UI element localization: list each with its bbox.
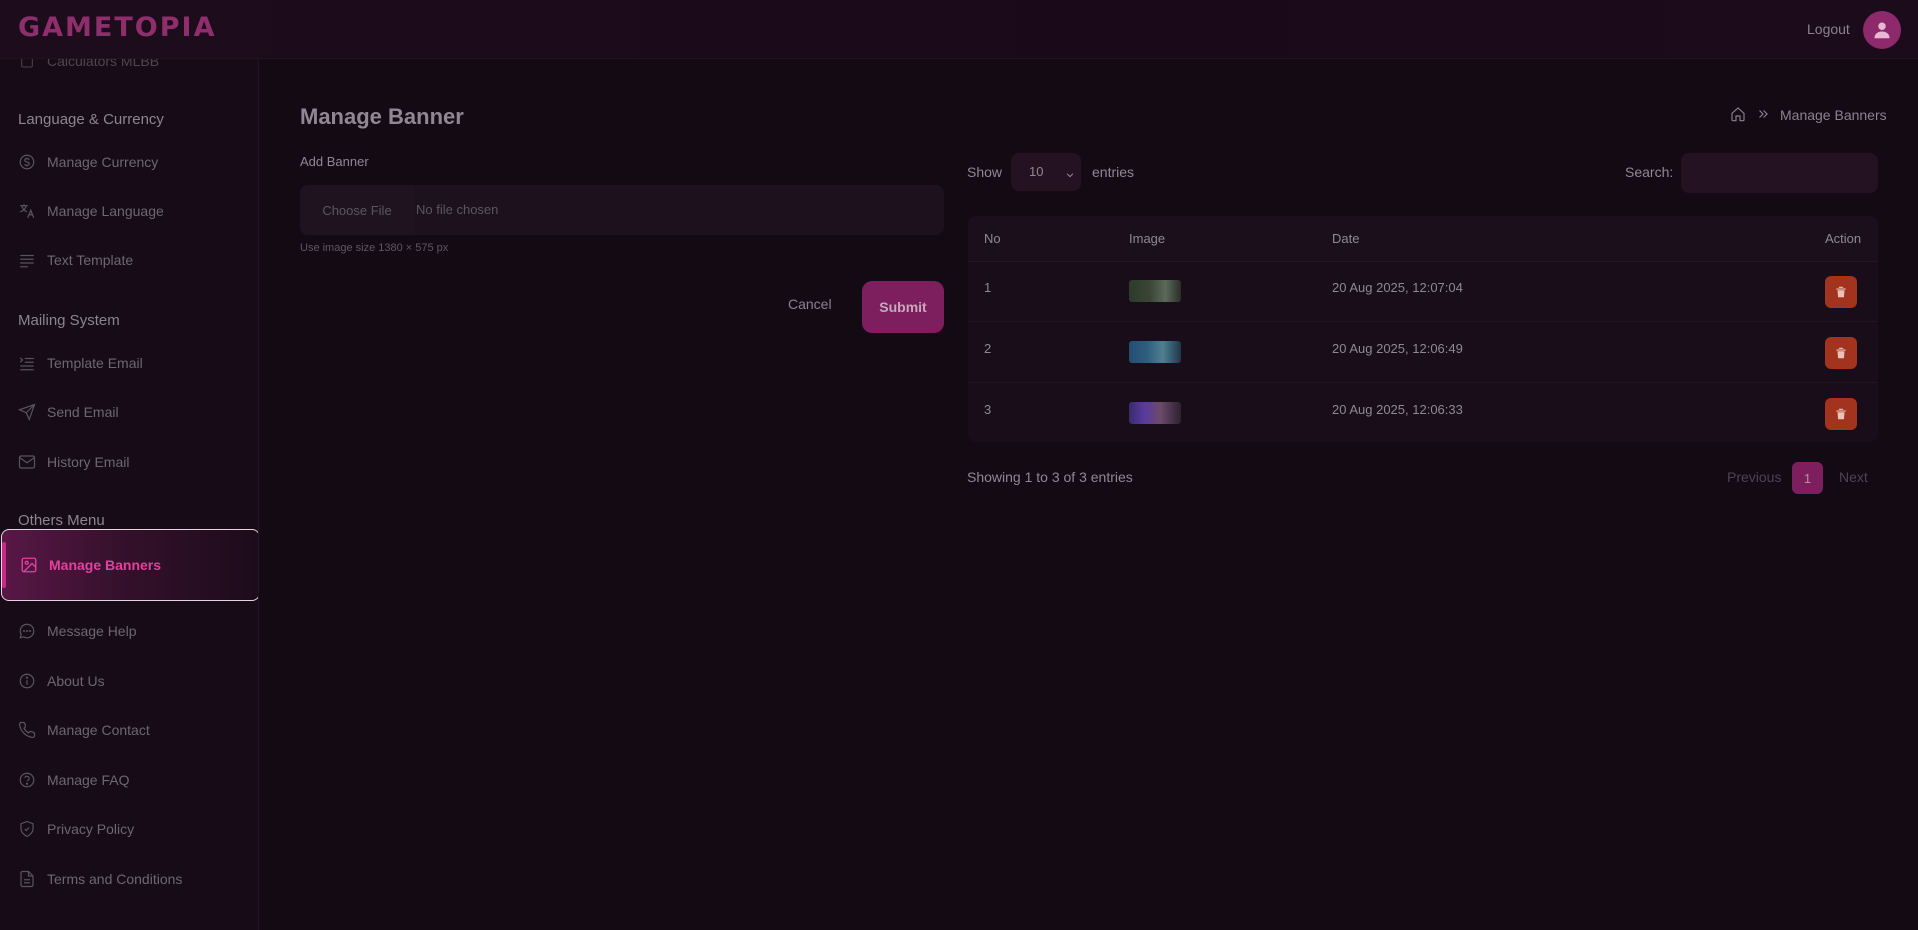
cancel-button[interactable]: Cancel — [788, 296, 832, 312]
row-number: 1 — [984, 280, 992, 295]
sidebar-item-message-help[interactable]: Message Help — [0, 613, 258, 649]
delete-button[interactable] — [1825, 276, 1857, 308]
banner-thumbnail[interactable] — [1129, 402, 1181, 424]
chevron-down-icon — [1065, 167, 1075, 185]
sidebar-item-terms-conditions[interactable]: Terms and Conditions — [0, 861, 258, 897]
sidebar-item-label: Template Email — [47, 355, 143, 371]
trash-icon — [1836, 408, 1846, 420]
text-lines-icon — [18, 251, 36, 269]
entries-label: entries — [1092, 164, 1135, 180]
sidebar-item-manage-currency[interactable]: Manage Currency — [0, 144, 258, 180]
sidebar-item-label: History Email — [47, 454, 130, 470]
sidebar-item-label: Send Email — [47, 404, 119, 420]
file-status: No file chosen — [416, 202, 499, 217]
info-icon — [18, 672, 36, 690]
double-chevron-right-icon — [1756, 107, 1770, 124]
sidebar-item-label: Privacy Policy — [47, 821, 135, 837]
breadcrumb: Manage Banners — [1730, 106, 1887, 124]
translate-icon — [18, 202, 36, 220]
sidebar-item-manage-faq[interactable]: Manage FAQ — [0, 762, 258, 798]
table-row: 3 20 Aug 2025, 12:06:33 — [968, 384, 1878, 442]
sidebar-item-label: Calculators MLBB — [47, 59, 160, 69]
banner-thumbnail[interactable] — [1129, 280, 1181, 302]
sidebar-item-label: Manage Banners — [49, 557, 162, 573]
search-label: Search: — [1625, 164, 1674, 180]
row-date: 20 Aug 2025, 12:07:04 — [1332, 280, 1463, 295]
page-title: Manage Banner — [300, 104, 464, 129]
calculator-icon — [18, 59, 36, 70]
banner-thumbnail[interactable] — [1129, 341, 1181, 363]
sidebar-item-label: Terms and Conditions — [47, 871, 183, 887]
pagination-next[interactable]: Next — [1839, 469, 1868, 485]
active-indicator — [2, 542, 6, 588]
trash-icon — [1836, 286, 1846, 298]
column-header-no[interactable]: No — [984, 231, 1001, 246]
sidebar-item-manage-banners[interactable]: Manage Banners — [1, 529, 258, 601]
show-label: Show — [967, 164, 1003, 180]
sidebar-item-send-email[interactable]: Send Email — [0, 394, 258, 430]
currency-icon — [18, 153, 36, 171]
list-indent-icon — [18, 354, 36, 372]
user-avatar[interactable] — [1863, 11, 1901, 49]
sidebar-heading-mailing-system: Mailing System — [18, 312, 120, 329]
add-banner-label: Add Banner — [300, 154, 369, 169]
pagination-page-1[interactable]: 1 — [1792, 462, 1823, 494]
row-date: 20 Aug 2025, 12:06:33 — [1332, 402, 1463, 417]
sidebar-item-label: About Us — [47, 673, 105, 689]
sidebar-item-label: Message Help — [47, 623, 137, 639]
mail-icon — [18, 453, 36, 471]
submit-button[interactable]: Submit — [862, 281, 944, 333]
sidebar-item-label: Text Template — [47, 252, 134, 268]
user-icon — [1874, 22, 1890, 39]
sidebar-heading-language-currency: Language & Currency — [18, 111, 164, 128]
sidebar-item-history-email[interactable]: History Email — [0, 444, 258, 480]
document-icon — [18, 870, 36, 888]
row-number: 2 — [984, 341, 992, 356]
send-icon — [18, 403, 36, 421]
sidebar: Calculators MLBB Language & Currency Man… — [0, 59, 259, 930]
sidebar-item-text-template[interactable]: Text Template — [0, 242, 258, 278]
shield-check-icon — [18, 820, 36, 838]
trash-icon — [1836, 347, 1846, 359]
image-icon — [20, 556, 38, 574]
sidebar-item-manage-language[interactable]: Manage Language — [0, 193, 258, 229]
column-header-date[interactable]: Date — [1332, 231, 1359, 246]
top-bar: GAMETOPIA Logout — [0, 0, 1918, 59]
sidebar-item-about-us[interactable]: About Us — [0, 663, 258, 699]
table-info: Showing 1 to 3 of 3 entries — [967, 469, 1133, 485]
sidebar-item-template-email[interactable]: Template Email — [0, 345, 258, 381]
entries-per-page-select[interactable]: 10 — [1011, 153, 1081, 191]
banners-table: No Image Date Action 1 20 Aug 2025, 12:0… — [968, 216, 1878, 442]
banner-file-input[interactable]: Choose File No file chosen — [300, 185, 944, 235]
table-row: 1 20 Aug 2025, 12:07:04 — [968, 262, 1878, 322]
row-number: 3 — [984, 402, 992, 417]
image-size-hint: Use image size 1380 × 575 px — [300, 242, 449, 254]
row-date: 20 Aug 2025, 12:06:49 — [1332, 341, 1463, 356]
entries-select-value: 10 — [1029, 164, 1044, 179]
question-icon — [18, 771, 36, 789]
table-header: No Image Date Action — [968, 216, 1878, 262]
home-icon[interactable] — [1730, 106, 1746, 125]
app-logo[interactable]: GAMETOPIA — [18, 12, 216, 43]
delete-button[interactable] — [1825, 337, 1857, 369]
column-header-action: Action — [1825, 231, 1862, 246]
chat-icon — [18, 622, 36, 640]
sidebar-item-label: Manage Currency — [47, 154, 159, 170]
column-header-image[interactable]: Image — [1129, 231, 1165, 246]
delete-button[interactable] — [1825, 398, 1857, 430]
pagination-previous[interactable]: Previous — [1727, 469, 1781, 485]
sidebar-item-label: Manage Language — [47, 203, 164, 219]
sidebar-heading-others-menu: Others Menu — [18, 512, 105, 529]
logout-link[interactable]: Logout — [1807, 21, 1850, 37]
sidebar-item-privacy-policy[interactable]: Privacy Policy — [0, 811, 258, 847]
sidebar-item-manage-contact[interactable]: Manage Contact — [0, 712, 258, 748]
search-input[interactable] — [1681, 153, 1878, 193]
choose-file-button[interactable]: Choose File — [300, 185, 414, 235]
sidebar-item-calculators[interactable]: Calculators MLBB — [0, 59, 258, 79]
sidebar-item-label: Manage FAQ — [47, 772, 130, 788]
sidebar-item-label: Manage Contact — [47, 722, 150, 738]
breadcrumb-current: Manage Banners — [1780, 107, 1887, 123]
table-row: 2 20 Aug 2025, 12:06:49 — [968, 323, 1878, 383]
phone-icon — [18, 721, 36, 739]
